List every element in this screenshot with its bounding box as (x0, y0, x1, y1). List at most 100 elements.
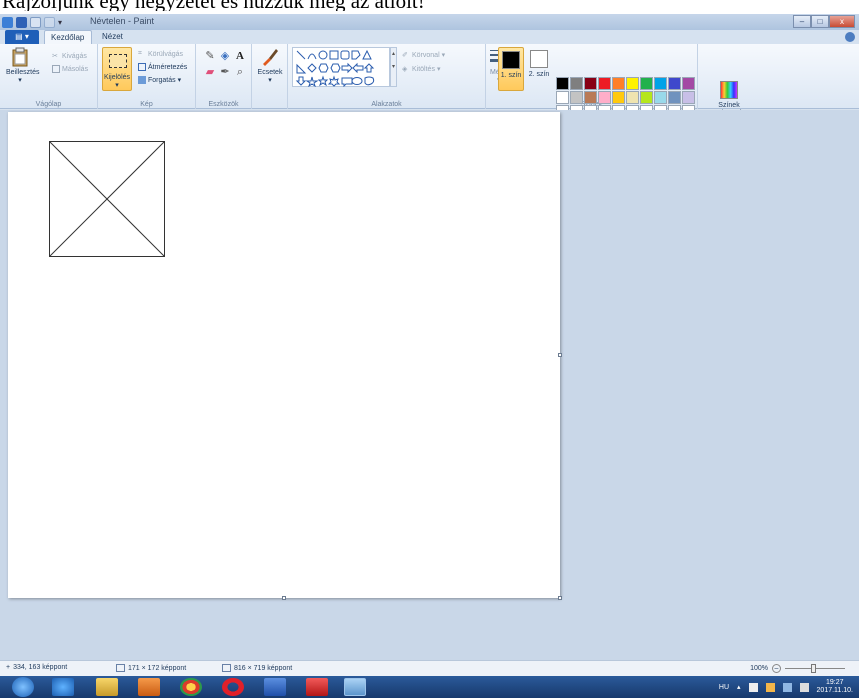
palette-swatch[interactable] (668, 91, 681, 104)
palette-swatch[interactable] (556, 91, 569, 104)
clipboard-group: Beillesztés ▾ ✂ Kivágás Másolás Vágólap (0, 44, 98, 109)
chrome-icon[interactable] (180, 678, 202, 696)
text-icon[interactable]: A (234, 50, 246, 62)
crop-button[interactable]: ⌗ Körülvágás (138, 49, 183, 59)
start-button[interactable] (12, 677, 34, 697)
paint-taskbar-icon[interactable] (344, 678, 366, 696)
paint-window: ▾ Névtelen - Paint – □ x ▤ ▾ Kezdőlap Né… (0, 14, 859, 698)
flag-icon[interactable] (748, 682, 758, 692)
palette-swatch[interactable] (626, 77, 639, 90)
customize-qat-icon[interactable]: ▾ (58, 17, 65, 28)
rotate-icon (138, 76, 146, 84)
language-indicator[interactable]: HU (719, 684, 729, 691)
quick-access-toolbar: ▾ (2, 15, 65, 29)
cut-button[interactable]: ✂ Kivágás (52, 51, 87, 61)
internet-explorer-icon[interactable] (52, 678, 74, 696)
resize-icon (138, 63, 146, 71)
minimize-button[interactable]: – (793, 15, 811, 28)
undo-icon[interactable] (30, 16, 41, 28)
palette-swatch[interactable] (654, 91, 667, 104)
clock[interactable]: 19:27 2017.11.10. (817, 679, 853, 695)
tray-expand-icon[interactable]: ▴ (737, 683, 741, 691)
resize-button[interactable]: Átméretezés (138, 62, 187, 72)
outline-button[interactable]: ✐ Körvonal ▾ (402, 50, 445, 60)
palette-swatch[interactable] (584, 77, 597, 90)
color1-button[interactable]: 1. szín (498, 47, 524, 91)
opera-icon[interactable] (222, 678, 244, 696)
media-player-icon[interactable] (138, 678, 160, 696)
palette-swatch[interactable] (570, 91, 583, 104)
clock-date: 2017.11.10. (816, 687, 853, 694)
color-picker-icon[interactable]: ✒ (219, 66, 231, 78)
resize-handle-bottom[interactable] (282, 596, 286, 600)
window-title: Névtelen - Paint (90, 16, 155, 26)
rotate-button[interactable]: Forgatás ▾ (138, 75, 181, 85)
maximize-button[interactable]: □ (811, 15, 829, 28)
palette-swatch[interactable] (584, 91, 597, 104)
redo-icon[interactable] (44, 16, 55, 28)
palette-swatch[interactable] (654, 77, 667, 90)
brushes-button[interactable]: Ecsetek ▾ (256, 47, 284, 85)
fill-bucket-icon[interactable]: ◈ (219, 50, 231, 62)
cursor-position: + 334, 163 képpont (6, 664, 67, 671)
palette-swatch[interactable] (682, 91, 695, 104)
palette-swatch[interactable] (668, 77, 681, 90)
cut-label: Kivágás (62, 52, 87, 60)
drawing-canvas[interactable] (8, 112, 562, 600)
palette-swatch[interactable] (598, 91, 611, 104)
palette-swatch[interactable] (556, 77, 569, 90)
shapes-group-label: Alakzatok (371, 101, 402, 108)
close-button[interactable]: x (829, 15, 855, 28)
zoom-level: 100% (750, 665, 768, 672)
paste-button[interactable]: Beillesztés ▾ (6, 47, 39, 85)
color2-button[interactable]: 2. szín (526, 47, 552, 91)
palette-swatch[interactable] (570, 77, 583, 90)
select-button[interactable]: Kijelölés ▾ (102, 47, 132, 91)
palette-swatch[interactable] (640, 91, 653, 104)
monitor-icon[interactable] (782, 682, 792, 692)
zoom-slider[interactable] (785, 664, 845, 673)
palette-swatch[interactable] (626, 91, 639, 104)
resize-handle-right[interactable] (558, 353, 562, 357)
shapes-gallery-icons (295, 49, 375, 87)
network-icon[interactable] (765, 682, 775, 692)
color2-label: 2. szín (528, 71, 550, 78)
acrobat-icon[interactable] (306, 678, 328, 696)
magnifier-icon[interactable]: ⌕ (234, 66, 246, 78)
palette-swatch[interactable] (612, 91, 625, 104)
zoom-slider-thumb[interactable] (811, 664, 816, 673)
canvas-size-icon (222, 664, 231, 672)
shapes-gallery[interactable] (292, 47, 390, 87)
file-menu-button[interactable]: ▤ ▾ (5, 30, 39, 44)
clock-time: 19:27 (826, 679, 844, 686)
palette-swatch[interactable] (598, 77, 611, 90)
fill-button[interactable]: ◈ Kitöltés ▾ (402, 64, 440, 74)
canvas-size: 816 × 719 képpont (222, 664, 292, 672)
brushes-group: Ecsetek ▾ (252, 44, 288, 109)
resize-handle-corner[interactable] (558, 596, 562, 600)
paste-label: Beillesztés (6, 69, 40, 76)
save-icon[interactable] (16, 16, 27, 28)
eraser-icon[interactable]: ▰ (204, 66, 216, 78)
outline-label: Körvonal (412, 51, 440, 59)
system-tray: HU ▴ 19:27 2017.11.10. (719, 679, 853, 695)
palette-swatch[interactable] (640, 77, 653, 90)
shapes-scroll[interactable]: ▴ ▾ (390, 47, 397, 87)
palette-swatch[interactable] (682, 77, 695, 90)
zoom-out-button[interactable]: – (772, 664, 781, 673)
paint-app-icon[interactable] (2, 16, 13, 28)
drawing-layer (49, 141, 165, 257)
shapes-group: ▴ ▾ ✐ Körvonal ▾ ◈ Kitöltés ▾ Alakzatok (288, 44, 486, 109)
palette-swatch[interactable] (612, 77, 625, 90)
file-explorer-icon[interactable] (96, 678, 118, 696)
copy-button[interactable]: Másolás (52, 64, 88, 74)
help-icon[interactable] (845, 32, 855, 42)
volume-icon[interactable] (799, 682, 809, 692)
word-icon[interactable] (264, 678, 286, 696)
pencil-icon[interactable]: ✎ (204, 50, 216, 62)
status-bar: + 334, 163 képpont 171 × 172 képpont 816… (0, 660, 859, 676)
tab-home[interactable]: Kezdőlap (44, 30, 92, 44)
crop-label: Körülvágás (148, 50, 184, 58)
tab-view[interactable]: Nézet (96, 30, 129, 44)
canvas-workspace (0, 110, 859, 662)
